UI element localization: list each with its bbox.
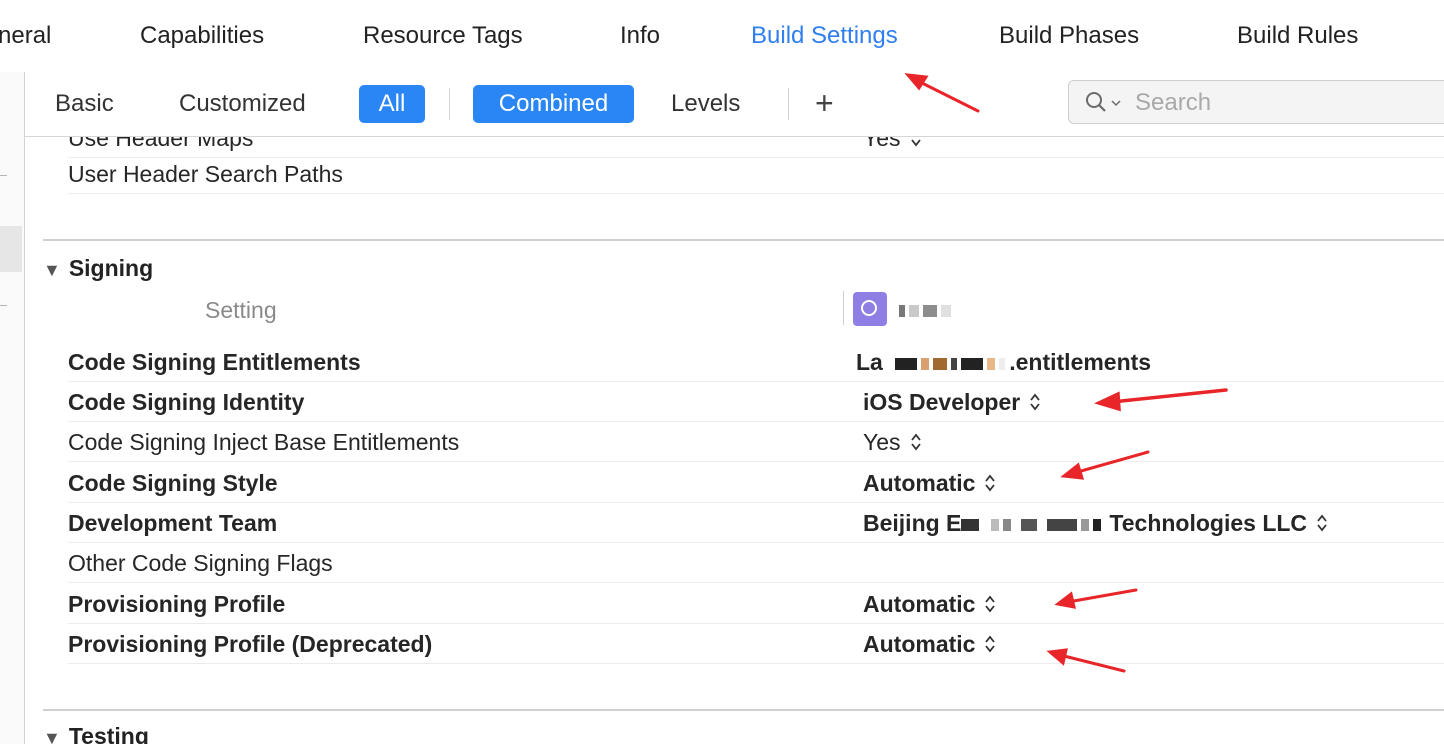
section-divider (43, 239, 1444, 241)
stepper-icon (985, 635, 996, 653)
section-header-signing[interactable]: ▼ Signing (43, 255, 153, 282)
setting-value-text: Automatic (863, 631, 976, 657)
section-title: Testing (68, 723, 149, 744)
setting-value[interactable]: Beijing E Technologies LLC (863, 510, 1329, 537)
tab-capabilities[interactable]: Capabilities (140, 22, 264, 50)
setting-value-text: Yes (863, 429, 901, 455)
search-field[interactable] (1068, 80, 1444, 124)
editor-tab-bar: neral Capabilities Resource Tags Info Bu… (0, 0, 1444, 73)
stepper-icon (1317, 514, 1327, 532)
tab-build-rules[interactable]: Build Rules (1237, 22, 1358, 50)
sidebar-divider (0, 175, 7, 176)
setting-value-text: La (856, 349, 883, 375)
sidebar-selected-target[interactable] (0, 226, 22, 272)
redacted-target-name (899, 302, 955, 317)
setting-row[interactable]: Other Code Signing Flags (68, 542, 1444, 583)
add-setting-button[interactable]: + (815, 84, 834, 122)
setting-name: Code Signing Style (68, 470, 278, 496)
levels-button[interactable]: Levels (671, 90, 740, 118)
stepper-icon (985, 595, 996, 613)
setting-row[interactable]: Code Signing Identity iOS Developer (68, 381, 1444, 422)
filter-separator (788, 88, 789, 120)
setting-name: Use Header Maps (68, 137, 254, 151)
filter-customized[interactable]: Customized (179, 90, 306, 118)
section-header-testing[interactable]: ▼ Testing (43, 723, 149, 744)
setting-row[interactable]: User Header Search Paths (68, 153, 1444, 194)
build-settings-table: Use Header Maps Yes User Header Search P… (25, 137, 1444, 744)
setting-name: Provisioning Profile (Deprecated) (68, 631, 433, 657)
target-sidebar (0, 72, 25, 744)
stepper-icon (910, 139, 921, 147)
target-icon (853, 292, 887, 326)
filter-basic[interactable]: Basic (55, 90, 114, 118)
column-header-setting: Setting (205, 297, 277, 323)
section-title: Signing (68, 255, 154, 281)
setting-value[interactable]: Yes (863, 137, 923, 152)
setting-row[interactable]: Provisioning Profile Automatic (68, 583, 1444, 624)
tab-build-phases[interactable]: Build Phases (999, 22, 1139, 50)
tab-build-settings[interactable]: Build Settings (751, 22, 898, 50)
filter-separator (449, 88, 450, 120)
setting-row[interactable]: Code Signing Style Automatic (68, 462, 1444, 503)
setting-value-text: Automatic (863, 470, 976, 496)
setting-row[interactable]: Code Signing Inject Base Entitlements Ye… (68, 421, 1444, 462)
tab-resource-tags[interactable]: Resource Tags (363, 22, 523, 50)
tab-info[interactable]: Info (620, 22, 660, 50)
setting-value[interactable]: La .entitlements (856, 349, 1151, 376)
column-divider (843, 291, 844, 325)
setting-row[interactable]: Provisioning Profile (Deprecated) Automa… (68, 623, 1444, 664)
setting-value-text: Beijing E (863, 510, 962, 536)
chevron-down-icon (1111, 100, 1121, 107)
setting-row[interactable]: Development Team Beijing E Technologies L… (68, 502, 1444, 543)
section-divider (43, 709, 1444, 711)
stepper-icon (1030, 393, 1040, 411)
setting-name: User Header Search Paths (68, 161, 343, 187)
setting-value[interactable]: Automatic (863, 631, 997, 658)
disclosure-triangle-icon[interactable]: ▼ (43, 728, 61, 744)
combined-button[interactable]: Combined (473, 85, 634, 123)
setting-row[interactable]: Code Signing Entitlements La .entitlemen… (68, 341, 1444, 382)
setting-name: Development Team (68, 510, 278, 536)
search-icon (1086, 92, 1106, 112)
build-settings-filter-bar: Basic Customized All Combined Levels + (25, 72, 1444, 137)
setting-value-text: Technologies LLC (1109, 510, 1308, 536)
setting-value[interactable]: Automatic (863, 470, 997, 497)
setting-name: Provisioning Profile (68, 591, 286, 617)
setting-value[interactable]: Automatic (863, 591, 997, 618)
setting-name: Other Code Signing Flags (68, 550, 333, 576)
setting-name: Code Signing Entitlements (68, 349, 361, 375)
setting-name: Code Signing Identity (68, 389, 305, 415)
tab-general[interactable]: neral (0, 22, 51, 50)
setting-value-text: .entitlements (1009, 349, 1152, 375)
setting-value[interactable]: iOS Developer (863, 389, 1042, 416)
search-input[interactable] (1133, 87, 1437, 119)
sidebar-divider (0, 305, 7, 306)
setting-name: Code Signing Inject Base Entitlements (68, 429, 460, 455)
disclosure-triangle-icon[interactable]: ▼ (43, 260, 61, 281)
stepper-icon (910, 433, 921, 451)
filter-all-button[interactable]: All (359, 85, 425, 123)
setting-value-text: Automatic (863, 591, 976, 617)
setting-value-text: iOS Developer (863, 389, 1021, 415)
setting-value[interactable]: Yes (863, 429, 923, 456)
setting-value-text: Yes (863, 137, 901, 151)
stepper-icon (985, 474, 996, 492)
